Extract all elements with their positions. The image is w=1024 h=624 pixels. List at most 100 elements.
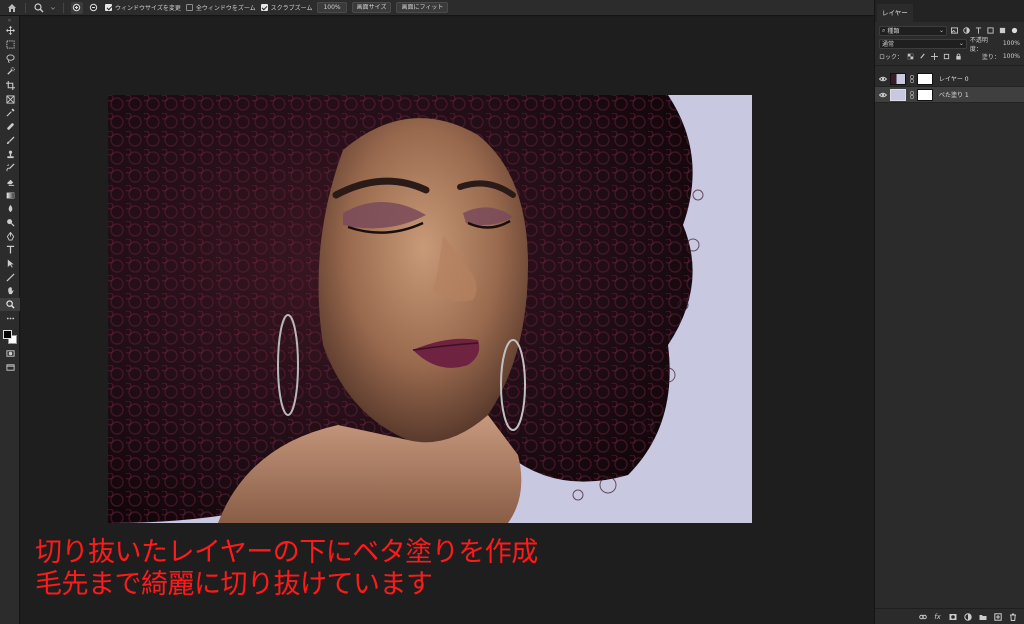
layer-mask-thumbnail[interactable] <box>917 88 933 101</box>
path-select-icon[interactable] <box>0 257 20 271</box>
zoom-value-button[interactable]: 100% <box>317 2 347 13</box>
zoom-in-icon[interactable] <box>71 1 83 14</box>
portrait-photo <box>108 95 752 523</box>
foreground-color-swatch[interactable] <box>3 330 12 340</box>
fit-screen-button[interactable]: 画面サイズ <box>351 2 392 13</box>
more-icon[interactable] <box>0 311 20 325</box>
brush-icon[interactable] <box>0 134 20 148</box>
scrubby-zoom-option[interactable]: スクラブズーム <box>260 3 313 12</box>
layer-thumbnail[interactable] <box>890 72 906 85</box>
layers-list: レイヤー 0 べた塗り 1 <box>875 71 1024 103</box>
link-layers-icon[interactable] <box>918 612 927 621</box>
quick-mask-icon[interactable] <box>0 347 20 361</box>
search-icon: ⌕ <box>882 26 886 34</box>
lock-label: ロック： <box>879 54 904 61</box>
fx-icon[interactable]: fx <box>933 612 942 621</box>
gradient-icon[interactable] <box>0 188 20 202</box>
zoom-all-windows-option[interactable]: 全ウィンドウをズーム <box>185 3 256 12</box>
fill-layer-thumbnail[interactable] <box>890 88 906 101</box>
separator <box>63 2 64 13</box>
options-bar: ウィンドウサイズを変更 全ウィンドウをズーム スクラブズーム 100% 画面サイ… <box>0 0 1024 16</box>
frame-icon[interactable] <box>0 92 20 106</box>
color-swatches[interactable] <box>0 325 20 347</box>
chain-link-icon[interactable] <box>909 90 914 99</box>
scrubby-zoom-label: スクラブズーム <box>270 5 313 12</box>
type-icon[interactable] <box>0 243 20 257</box>
chevron-down-icon[interactable] <box>50 2 56 14</box>
resize-windows-checkbox[interactable] <box>105 4 112 11</box>
home-icon[interactable] <box>6 2 18 14</box>
canvas-area[interactable]: 切り抜いたレイヤーの下にベタ塗りを作成 毛先まで綺麗に切り抜けています <box>21 17 874 624</box>
dodge-icon[interactable] <box>0 216 20 230</box>
eye-icon[interactable] <box>879 91 887 99</box>
toolbar-collapse-icon[interactable]: » <box>0 16 19 24</box>
eye-icon[interactable] <box>879 75 887 83</box>
healing-icon[interactable] <box>0 120 20 134</box>
zoom-tool-icon[interactable] <box>33 2 45 14</box>
divider <box>875 65 1024 66</box>
filter-kind-select[interactable]: ⌕ 種類 ⌄ <box>879 25 947 36</box>
opacity-label: 不透明度： <box>969 36 988 53</box>
layer-mask-thumbnail[interactable] <box>917 72 933 85</box>
chain-link-icon[interactable] <box>909 74 914 83</box>
lock-position-icon[interactable] <box>930 52 939 61</box>
crop-icon[interactable] <box>0 79 20 93</box>
eyedropper-icon[interactable] <box>0 106 20 120</box>
lasso-icon[interactable] <box>0 51 20 65</box>
tab-layers[interactable]: レイヤー <box>877 4 913 22</box>
lock-transparent-icon[interactable] <box>906 52 915 61</box>
layers-panel: レイヤー ⌕ 種類 ⌄ 通常 ⌄ 不透明度： 100% ロック： 塗り： 100… <box>874 0 1024 624</box>
layer-row[interactable]: レイヤー 0 <box>875 71 1024 87</box>
annotation-line-2: 毛先まで綺麗に切り抜けています <box>35 569 433 600</box>
image-filter-icon[interactable] <box>950 26 959 35</box>
trash-icon[interactable] <box>1008 612 1017 621</box>
opacity-value[interactable]: 100% <box>1003 40 1020 47</box>
chevron-down-icon: ⌄ <box>958 40 964 47</box>
marquee-icon[interactable] <box>0 38 20 52</box>
toolbar: » <box>0 16 20 624</box>
history-brush-icon[interactable] <box>0 161 20 175</box>
new-layer-icon[interactable] <box>993 612 1002 621</box>
filter-kind-label: 種類 <box>887 28 900 35</box>
photoshop-window: ウィンドウサイズを変更 全ウィンドウをズーム スクラブズーム 100% 画面サイ… <box>0 0 1024 624</box>
zoom-all-windows-checkbox[interactable] <box>185 4 193 11</box>
blur-icon[interactable] <box>0 202 20 216</box>
blend-mode-label: 通常 <box>882 41 895 48</box>
document-image[interactable] <box>108 95 752 523</box>
group-folder-icon[interactable] <box>978 612 987 621</box>
eraser-icon[interactable] <box>0 175 20 189</box>
separator <box>25 2 26 13</box>
zoom-out-icon[interactable] <box>88 2 100 14</box>
layer-name[interactable]: レイヤー 0 <box>939 74 969 83</box>
filter-toggle-icon[interactable] <box>1010 26 1019 35</box>
panel-tabs: レイヤー <box>875 0 1024 22</box>
annotation-text: 切り抜いたレイヤーの下にベタ塗りを作成 毛先まで綺麗に切り抜けています <box>35 537 538 601</box>
blend-row: 通常 ⌄ 不透明度： 100% <box>875 36 1024 53</box>
layer-name[interactable]: べた塗り 1 <box>939 90 969 99</box>
screen-mode-icon[interactable] <box>0 361 20 375</box>
hand-icon[interactable] <box>0 284 20 298</box>
lock-pixels-icon[interactable] <box>918 52 927 61</box>
chevron-down-icon: ⌄ <box>938 27 944 34</box>
add-mask-icon[interactable] <box>948 612 957 621</box>
layer-row-selected[interactable]: べた塗り 1 <box>875 87 1024 103</box>
annotation-line-1: 切り抜いたレイヤーの下にベタ塗りを作成 <box>35 537 538 568</box>
fill-label: 塗り： <box>981 54 1000 61</box>
line-icon[interactable] <box>0 270 20 284</box>
quick-select-icon[interactable] <box>0 65 20 79</box>
move-icon[interactable] <box>0 24 20 38</box>
resize-windows-label: ウィンドウサイズを変更 <box>115 5 181 12</box>
stamp-icon[interactable] <box>0 147 20 161</box>
zoom-all-windows-label: 全ウィンドウをズーム <box>195 5 256 12</box>
zoom-icon[interactable] <box>0 297 20 312</box>
scrubby-zoom-checkbox[interactable] <box>260 4 268 11</box>
blend-mode-select[interactable]: 通常 ⌄ <box>879 38 967 49</box>
resize-windows-option[interactable]: ウィンドウサイズを変更 <box>105 3 181 12</box>
adjustment-layer-icon[interactable] <box>963 612 972 621</box>
fill-screen-button[interactable]: 画面にフィット <box>396 2 449 13</box>
lock-artboard-icon[interactable] <box>942 52 951 61</box>
lock-all-icon[interactable] <box>954 52 963 61</box>
lock-row: ロック： 塗り： 100% <box>875 50 1024 63</box>
fill-value[interactable]: 100% <box>1003 53 1020 60</box>
pen-icon[interactable] <box>0 229 20 243</box>
